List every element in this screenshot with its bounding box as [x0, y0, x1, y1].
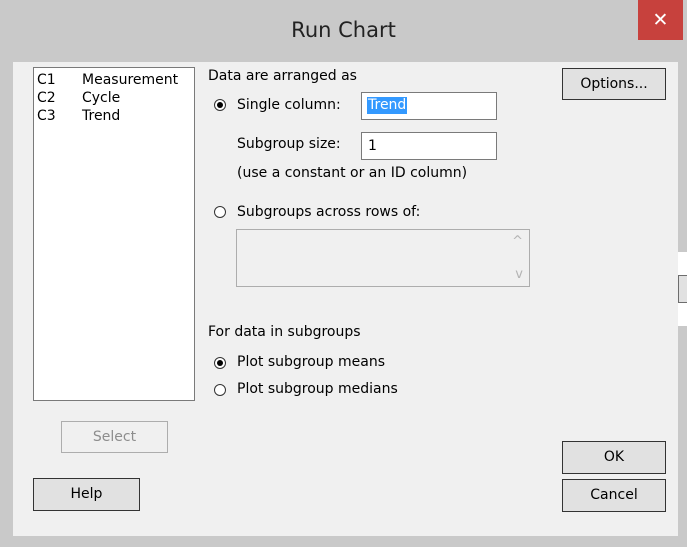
options-button[interactable]: Options... — [562, 68, 666, 100]
subgroup-medians-label: Plot subgroup medians — [237, 381, 398, 397]
subgroup-means-radio[interactable] — [214, 357, 226, 369]
subgroup-size-value: 1 — [368, 138, 377, 154]
column-name: Trend — [82, 108, 121, 124]
subgroup-medians-radio[interactable] — [214, 384, 226, 396]
single-column-input[interactable]: Trend — [361, 92, 497, 120]
across-rows-label: Subgroups across rows of: — [237, 204, 421, 220]
subgroup-size-label: Subgroup size: — [237, 136, 341, 152]
close-icon: ✕ — [652, 9, 669, 31]
column-id: C3 — [37, 108, 56, 124]
close-button[interactable]: ✕ — [638, 0, 683, 40]
subgroup-means-label: Plot subgroup means — [237, 354, 385, 370]
across-rows-input[interactable]: ^ v — [236, 229, 530, 287]
title-bar: Run Chart ✕ — [0, 0, 687, 62]
single-column-label: Single column: — [237, 97, 341, 113]
select-button[interactable]: Select — [61, 421, 168, 453]
background-window-button[interactable] — [678, 275, 687, 303]
column-list[interactable]: C1 Measurement C2 Cycle C3 Trend — [33, 67, 195, 401]
help-button[interactable]: Help — [33, 478, 140, 511]
dialog-title: Run Chart — [291, 18, 396, 42]
column-name: Measurement — [82, 72, 179, 88]
ok-button[interactable]: OK — [562, 441, 666, 474]
column-id: C2 — [37, 90, 56, 106]
scroll-up-icon[interactable]: ^ — [512, 234, 523, 249]
subgroup-size-hint: (use a constant or an ID column) — [237, 165, 468, 181]
subgroups-heading: For data in subgroups — [208, 324, 361, 340]
across-rows-radio[interactable] — [214, 206, 226, 218]
column-name: Cycle — [82, 90, 121, 106]
run-chart-dialog: Run Chart ✕ C1 Measurement C2 Cycle C3 T… — [0, 0, 687, 547]
cancel-button[interactable]: Cancel — [562, 479, 666, 512]
single-column-value: Trend — [367, 97, 408, 114]
subgroup-size-input[interactable]: 1 — [361, 132, 497, 160]
arrangement-heading: Data are arranged as — [208, 68, 357, 84]
single-column-radio[interactable] — [214, 99, 226, 111]
scroll-down-icon[interactable]: v — [515, 267, 523, 282]
column-id: C1 — [37, 72, 56, 88]
